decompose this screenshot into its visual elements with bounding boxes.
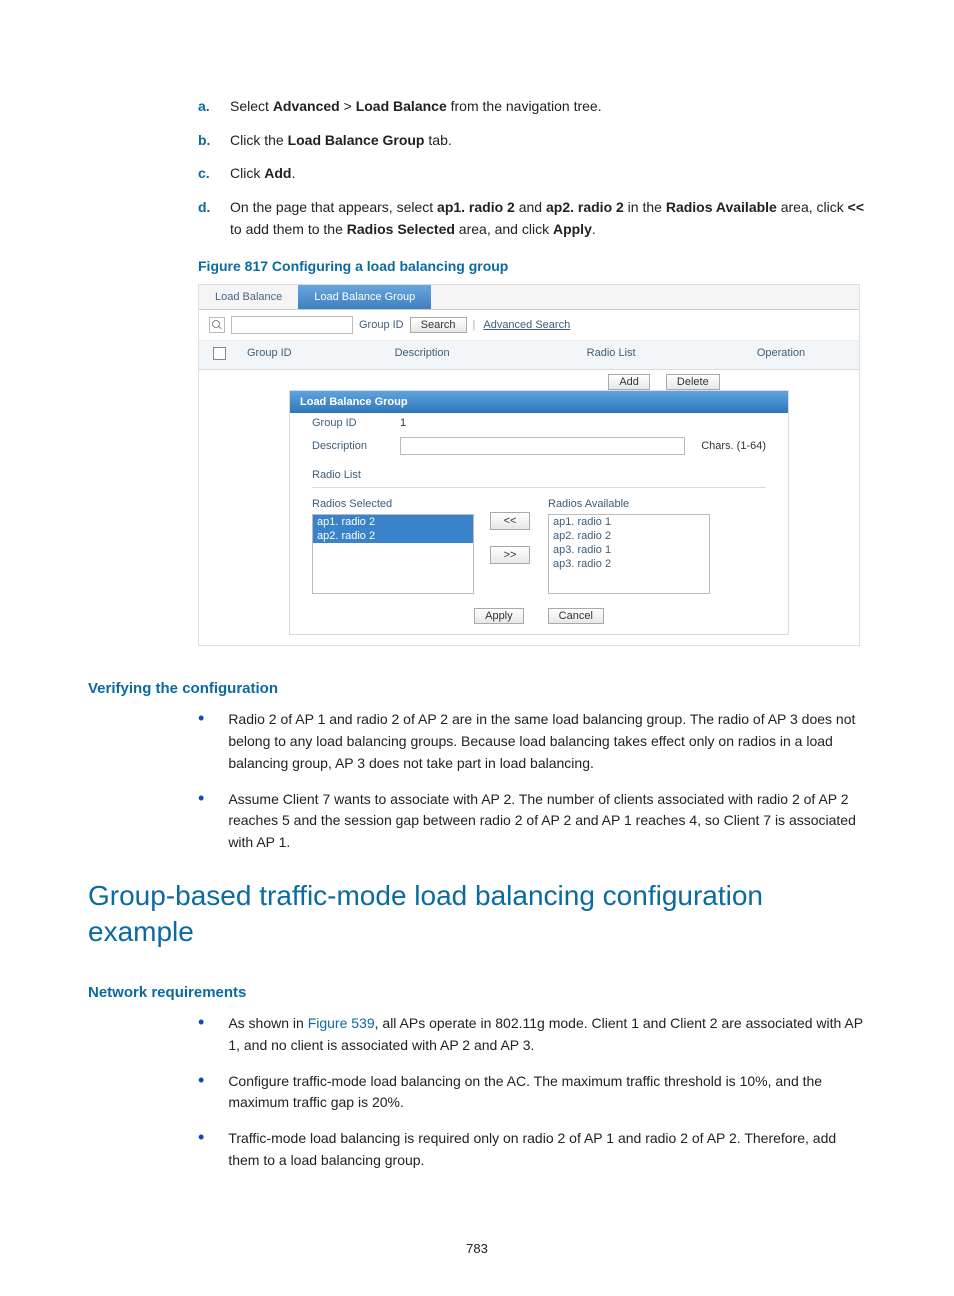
- step-text: Click the Load Balance Group tab.: [230, 130, 452, 152]
- bullet-dot: •: [198, 789, 204, 854]
- panel-actions: Apply Cancel: [290, 606, 788, 634]
- bullet-item: • As shown in Figure 539, all APs operat…: [198, 1013, 866, 1056]
- bullet-text: Configure traffic-mode load balancing on…: [228, 1071, 866, 1114]
- step-text: On the page that appears, select ap1. ra…: [230, 197, 866, 240]
- tab-bar: Load Balance Load Balance Group: [199, 285, 859, 310]
- chars-hint: Chars. (1-64): [701, 440, 766, 452]
- form-panel: Load Balance Group Group ID 1 Descriptio…: [289, 390, 789, 635]
- search-field-label: Group ID: [359, 319, 404, 331]
- search-row: Group ID Search | Advanced Search: [199, 310, 859, 341]
- search-input[interactable]: [231, 316, 353, 334]
- radios-selected-label: Radios Selected: [312, 498, 472, 510]
- bullet-item: • Radio 2 of AP 1 and radio 2 of AP 2 ar…: [198, 709, 866, 774]
- row-group-id: Group ID 1: [290, 413, 788, 433]
- verify-bullets: • Radio 2 of AP 1 and radio 2 of AP 2 ar…: [198, 709, 866, 853]
- bullet-item: • Assume Client 7 wants to associate wit…: [198, 789, 866, 854]
- move-left-button[interactable]: <<: [490, 512, 530, 530]
- bullet-text: As shown in Figure 539, all APs operate …: [228, 1013, 866, 1056]
- tab-load-balance-group[interactable]: Load Balance Group: [298, 285, 431, 309]
- cancel-button[interactable]: Cancel: [548, 608, 604, 624]
- ordered-steps: a. Select Advanced > Load Balance from t…: [198, 96, 866, 240]
- list-item[interactable]: ap1. radio 1: [549, 515, 709, 529]
- list-item[interactable]: ap2. radio 2: [313, 529, 473, 543]
- advanced-search-link[interactable]: Advanced Search: [483, 319, 570, 331]
- step-letter: b.: [198, 130, 216, 152]
- verify-heading: Verifying the configuration: [88, 680, 866, 697]
- divider: [312, 487, 766, 488]
- bullet-text: Assume Client 7 wants to associate with …: [228, 789, 866, 854]
- netreq-bullets: • As shown in Figure 539, all APs operat…: [198, 1013, 866, 1171]
- step-letter: a.: [198, 96, 216, 118]
- radios-selected-listbox[interactable]: ap1. radio 2 ap2. radio 2: [312, 514, 474, 594]
- dual-list: Radios Selected ap1. radio 2 ap2. radio …: [290, 498, 788, 606]
- list-item[interactable]: ap3. radio 2: [549, 557, 709, 571]
- section-heading: Group-based traffic-mode load balancing …: [88, 878, 866, 951]
- bullet-dot: •: [198, 1071, 204, 1114]
- description-label: Description: [312, 440, 392, 452]
- radios-available-listbox[interactable]: ap1. radio 1 ap2. radio 2 ap3. radio 1 a…: [548, 514, 710, 594]
- bullet-dot: •: [198, 1013, 204, 1056]
- step-letter: d.: [198, 197, 216, 240]
- search-button[interactable]: Search: [410, 317, 467, 333]
- step-letter: c.: [198, 163, 216, 185]
- grid-header: Group ID Description Radio List Operatio…: [199, 341, 859, 370]
- bullet-text: Radio 2 of AP 1 and radio 2 of AP 2 are …: [228, 709, 866, 774]
- tab-load-balance[interactable]: Load Balance: [199, 285, 298, 309]
- step-text: Select Advanced > Load Balance from the …: [230, 96, 602, 118]
- description-input[interactable]: [400, 437, 685, 455]
- page-number: 783: [0, 1241, 954, 1256]
- step-b: b. Click the Load Balance Group tab.: [198, 130, 866, 152]
- group-id-value: 1: [400, 417, 406, 429]
- step-a: a. Select Advanced > Load Balance from t…: [198, 96, 866, 118]
- bullet-dot: •: [198, 1128, 204, 1171]
- apply-button[interactable]: Apply: [474, 608, 524, 624]
- col-operation[interactable]: Operation: [703, 341, 859, 369]
- group-id-label: Group ID: [312, 417, 392, 429]
- shuttle-buttons: << >>: [490, 512, 530, 564]
- list-item[interactable]: ap3. radio 1: [549, 543, 709, 557]
- bullet-dot: •: [198, 709, 204, 774]
- bullet-text: Traffic-mode load balancing is required …: [228, 1128, 866, 1171]
- embedded-ui: Load Balance Load Balance Group Group ID…: [198, 284, 860, 646]
- step-d: d. On the page that appears, select ap1.…: [198, 197, 866, 240]
- bullet-item: • Traffic-mode load balancing is require…: [198, 1128, 866, 1171]
- col-radio-list[interactable]: Radio List: [519, 341, 703, 369]
- radio-list-label: Radio List: [290, 459, 788, 485]
- add-button[interactable]: Add: [608, 374, 650, 390]
- step-text: Click Add.: [230, 163, 295, 185]
- move-right-button[interactable]: >>: [490, 546, 530, 564]
- panel-title: Load Balance Group: [290, 391, 788, 413]
- row-description: Description Chars. (1-64): [290, 433, 788, 459]
- grid-action-row: Add Delete: [469, 370, 859, 390]
- step-c: c. Click Add.: [198, 163, 866, 185]
- search-icon: [209, 317, 225, 333]
- figure-caption: Figure 817 Configuring a load balancing …: [198, 258, 866, 274]
- delete-button[interactable]: Delete: [666, 374, 720, 390]
- list-item[interactable]: ap1. radio 2: [313, 515, 473, 529]
- bullet-item: • Configure traffic-mode load balancing …: [198, 1071, 866, 1114]
- select-all-checkbox[interactable]: [213, 347, 226, 360]
- netreq-heading: Network requirements: [88, 984, 866, 1001]
- col-description[interactable]: Description: [325, 341, 519, 369]
- col-group-id[interactable]: Group ID: [239, 341, 325, 369]
- radios-available-label: Radios Available: [548, 498, 708, 510]
- list-item[interactable]: ap2. radio 2: [549, 529, 709, 543]
